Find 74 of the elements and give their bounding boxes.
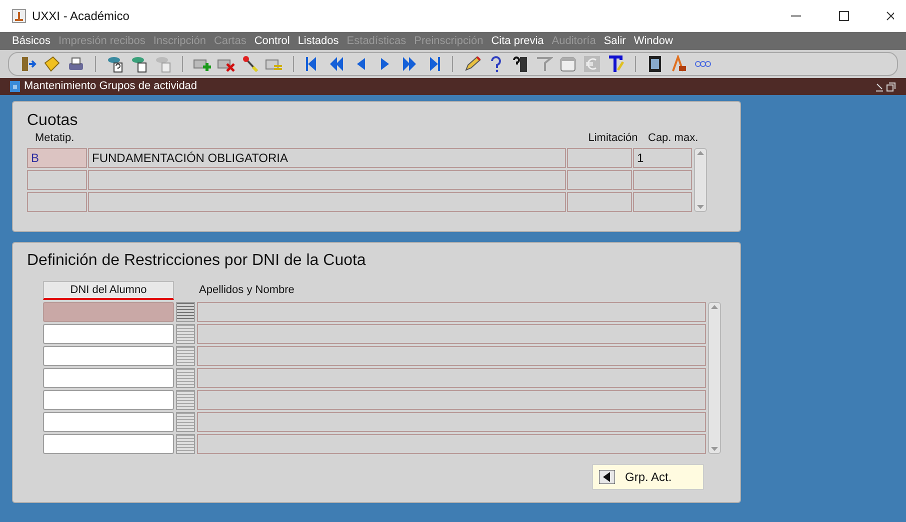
scroll-down-icon[interactable]: [710, 444, 719, 453]
euro-icon[interactable]: [583, 55, 601, 73]
table-cell[interactable]: 1: [633, 148, 692, 168]
menu-item[interactable]: Salir: [604, 32, 626, 50]
table-cell[interactable]: FUNDAMENTACIÓN OBLIGATORIA: [88, 148, 566, 168]
scroll-up-icon[interactable]: [696, 149, 705, 158]
text-edit-icon[interactable]: [607, 55, 625, 73]
table-cell[interactable]: [567, 148, 632, 168]
help-list-icon[interactable]: [511, 55, 529, 73]
rewind-icon[interactable]: [328, 55, 346, 73]
close-icon[interactable]: [886, 10, 894, 22]
name-field[interactable]: [197, 346, 706, 366]
table-cell[interactable]: [567, 170, 632, 190]
restore-icon[interactable]: [874, 82, 896, 92]
dni-field[interactable]: [43, 434, 174, 454]
table-cell[interactable]: [27, 192, 87, 212]
section-title: Cuotas: [27, 112, 79, 130]
print-icon[interactable]: [67, 55, 85, 73]
dni-field[interactable]: [43, 368, 174, 388]
list-button[interactable]: [176, 434, 195, 454]
list-button[interactable]: [176, 368, 195, 388]
table-cell[interactable]: [27, 170, 87, 190]
menu-item[interactable]: Control: [254, 32, 290, 50]
window-title: UXXI - Académico: [32, 8, 130, 25]
list-button[interactable]: [176, 302, 195, 322]
list-button[interactable]: [176, 324, 195, 344]
name-field[interactable]: [197, 390, 706, 410]
name-field[interactable]: [197, 412, 706, 432]
menu-item[interactable]: Básicos: [12, 32, 51, 50]
left-arrow-icon: [599, 470, 615, 484]
column-header: Metatip.: [34, 130, 76, 146]
table-cell[interactable]: [633, 192, 692, 212]
table-cell[interactable]: B: [27, 148, 87, 168]
list-button[interactable]: [176, 346, 195, 366]
dni-field[interactable]: [43, 324, 174, 344]
exit-door-icon[interactable]: [19, 55, 37, 73]
name-field[interactable]: [197, 324, 706, 344]
paint-icon[interactable]: [670, 55, 688, 73]
maximize-icon[interactable]: [838, 10, 850, 22]
pencil-icon[interactable]: [463, 55, 481, 73]
dni-field[interactable]: [43, 346, 174, 366]
dni-field[interactable]: [43, 412, 174, 432]
table-cell[interactable]: [88, 170, 566, 190]
name-field[interactable]: [197, 302, 706, 322]
table-cell[interactable]: [633, 170, 692, 190]
query-icon[interactable]: [106, 55, 124, 73]
name-field[interactable]: [197, 434, 706, 454]
table-cell[interactable]: [88, 192, 566, 212]
list-button[interactable]: [176, 390, 195, 410]
form-title: Mantenimiento Grupos de actividad: [24, 79, 198, 94]
table-cell[interactable]: [567, 192, 632, 212]
query-cancel-icon[interactable]: [154, 55, 172, 73]
scroll-up-icon[interactable]: [710, 303, 719, 312]
name-field[interactable]: [197, 368, 706, 388]
menu-item[interactable]: Cita previa: [491, 32, 544, 50]
column-header: Cap. max.: [647, 130, 700, 146]
document-icon[interactable]: [646, 55, 664, 73]
column-header: Apellidos y Nombre: [199, 283, 294, 298]
menu-item[interactable]: Window: [634, 32, 673, 50]
form-icon: [10, 81, 20, 92]
list-button[interactable]: [176, 412, 195, 432]
fast-forward-icon[interactable]: [400, 55, 418, 73]
dni-field[interactable]: [43, 390, 174, 410]
query-icon[interactable]: [130, 55, 148, 73]
group-activity-button[interactable]: Grp. Act.: [592, 464, 704, 490]
section-title: Definición de Restricciones por DNI de la Cuota: [27, 251, 367, 271]
scrollbar[interactable]: [708, 302, 721, 454]
menu-item[interactable]: Listados: [298, 32, 339, 50]
scroll-down-icon[interactable]: [696, 202, 705, 211]
column-header[interactable]: DNI del Alumno: [43, 281, 174, 300]
app-icon: [12, 9, 26, 23]
dni-field[interactable]: [43, 302, 174, 322]
column-header: Limitación: [587, 130, 639, 146]
scrollbar[interactable]: [694, 148, 707, 212]
